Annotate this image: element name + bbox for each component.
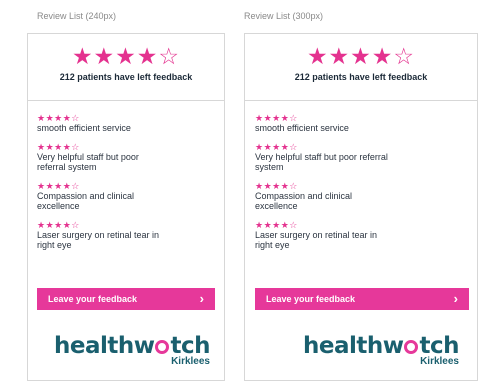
- feedback-count: 212 patients have left feedback: [59, 72, 193, 82]
- list-item[interactable]: ★★★★☆ Very helpful staff but poor referr…: [37, 142, 167, 172]
- healthwatch-logo: healthw tch Kirklees: [40, 333, 211, 367]
- list-item[interactable]: ★★★★☆ Laser surgery on retinal tear in r…: [37, 220, 167, 250]
- review-stars: ★★★★☆: [37, 220, 80, 230]
- logo-wordmark: healthw tch: [302, 333, 460, 359]
- review-widget: ★★★★☆ 212 patients have left feedback ★★…: [244, 33, 478, 381]
- review-text: Compassion and clinical excellence: [255, 191, 353, 211]
- review-text: smooth efficient service: [255, 123, 349, 133]
- list-item[interactable]: ★★★★☆ Compassion and clinical excellence: [255, 181, 395, 211]
- list-item[interactable]: ★★★★☆ Compassion and clinical excellence: [37, 181, 167, 211]
- leave-feedback-label: Leave your feedback: [48, 294, 138, 304]
- rating-summary: ★★★★☆ 212 patients have left feedback: [245, 34, 477, 101]
- review-stars: ★★★★☆: [255, 142, 298, 152]
- healthwatch-logo: healthw tch Kirklees: [269, 333, 460, 367]
- logo-wordmark: healthw tch: [53, 333, 211, 359]
- review-stars: ★★★★☆: [37, 181, 80, 191]
- logo-o-icon: [404, 340, 419, 354]
- chevron-right-icon: ›: [199, 291, 204, 306]
- rating-stars: ★★★★☆: [306, 43, 416, 69]
- list-item[interactable]: ★★★★☆ smooth efficient service: [37, 113, 167, 133]
- list-item[interactable]: ★★★★☆ Laser surgery on retinal tear in r…: [255, 220, 395, 250]
- chevron-right-icon: ›: [453, 291, 458, 306]
- leave-feedback-label: Leave your feedback: [266, 294, 356, 304]
- list-item[interactable]: ★★★★☆ smooth efficient service: [255, 113, 395, 133]
- review-list: ★★★★☆ smooth efficient service ★★★★☆ Ver…: [28, 101, 167, 250]
- list-item[interactable]: ★★★★☆ Very helpful staff but poor referr…: [255, 142, 395, 172]
- review-text: Laser surgery on retinal tear in right e…: [37, 230, 160, 250]
- review-text: Compassion and clinical excellence: [37, 191, 135, 211]
- leave-feedback-button[interactable]: Leave your feedback ›: [37, 288, 215, 310]
- review-stars: ★★★★☆: [37, 142, 80, 152]
- review-stars: ★★★★☆: [37, 113, 80, 123]
- column-title: Review List (300px): [244, 11, 324, 21]
- review-stars: ★★★★☆: [255, 181, 298, 191]
- logo-o-icon: [155, 340, 170, 354]
- rating-summary: ★★★★☆ 212 patients have left feedback: [28, 34, 224, 101]
- review-widget: ★★★★☆ 212 patients have left feedback ★★…: [27, 33, 225, 381]
- review-text: smooth efficient service: [37, 123, 131, 133]
- column-title: Review List (240px): [37, 11, 117, 21]
- review-text: Very helpful staff but poor referral sys…: [255, 152, 388, 172]
- leave-feedback-button[interactable]: Leave your feedback ›: [255, 288, 469, 310]
- review-text: Laser surgery on retinal tear in right e…: [255, 230, 378, 250]
- review-stars: ★★★★☆: [255, 220, 298, 230]
- review-stars: ★★★★☆: [255, 113, 298, 123]
- review-list: ★★★★☆ smooth efficient service ★★★★☆ Ver…: [245, 101, 395, 250]
- feedback-count: 212 patients have left feedback: [294, 72, 428, 82]
- review-text: Very helpful staff but poor referral sys…: [37, 152, 139, 172]
- rating-stars: ★★★★☆: [71, 43, 181, 69]
